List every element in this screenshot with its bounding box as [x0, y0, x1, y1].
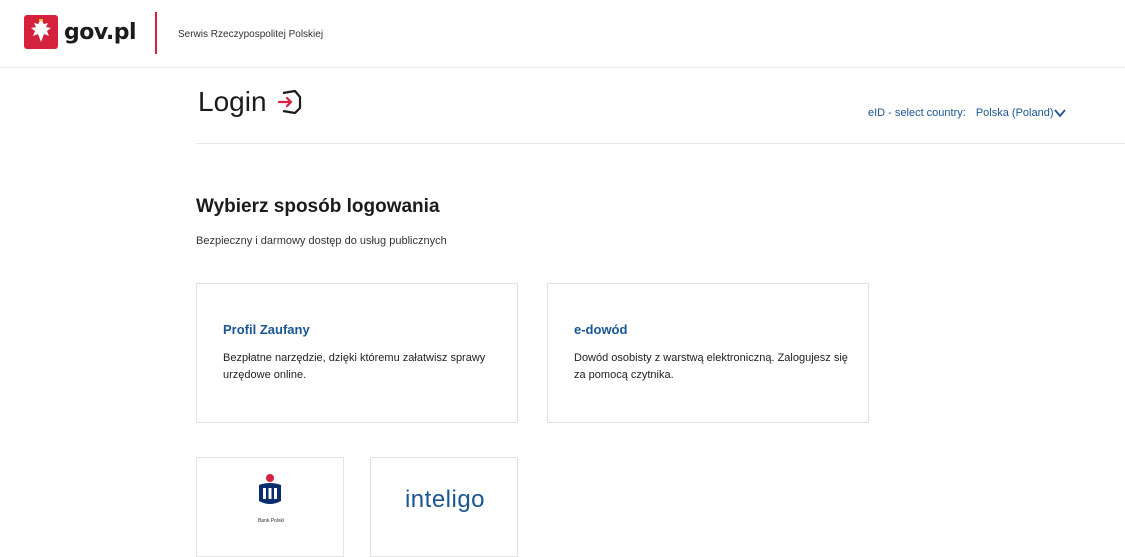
method-title[interactable]: Profil Zaufany — [223, 322, 310, 337]
bank-label: Bank Polski — [257, 518, 285, 524]
eid-label: eID - select country: — [868, 107, 966, 119]
page-title: Login — [198, 86, 303, 118]
header-divider — [0, 67, 1125, 68]
method-description: Bezpłatne narzędzie, dzięki któremu zała… — [223, 352, 486, 381]
inteligo-logo: inteligo — [404, 486, 486, 513]
login-method-pko-bank-polski[interactable]: Bank Polski — [196, 457, 344, 557]
login-icon — [277, 89, 301, 115]
polish-eagle-icon — [24, 15, 58, 49]
gov-pl-logo[interactable]: gov.pl — [24, 15, 137, 49]
header-separator — [155, 12, 157, 54]
chevron-down-icon[interactable] — [1054, 107, 1067, 119]
login-method-e-dowod[interactable]: e-dowód Dowód osobisty z warstwą elektro… — [547, 283, 869, 423]
method-description: Dowód osobisty z warstwą elektroniczną. … — [574, 352, 848, 381]
pko-bank-logo — [259, 474, 281, 504]
site-header: gov.pl Serwis Rzeczypospolitej Polskiej — [0, 0, 1125, 68]
page-title-text: Login — [198, 86, 267, 117]
login-method-inteligo[interactable]: inteligo — [370, 457, 518, 557]
service-name: Serwis Rzeczypospolitej Polskiej — [178, 29, 324, 40]
eid-country-value[interactable]: Polska (Poland) — [976, 107, 1054, 119]
logo-text: gov.pl — [64, 19, 137, 45]
login-method-profil-zaufany[interactable]: Profil Zaufany Bezpłatne narzędzie, dzię… — [196, 283, 518, 423]
title-divider — [196, 143, 1125, 144]
eid-country-selector[interactable]: eID - select country: Polska (Poland) — [868, 107, 1067, 119]
section-title: Wybierz sposób logowania — [196, 196, 440, 217]
method-title[interactable]: e-dowód — [574, 322, 627, 337]
section-subtitle: Bezpieczny i darmowy dostęp do usług pub… — [196, 235, 447, 247]
